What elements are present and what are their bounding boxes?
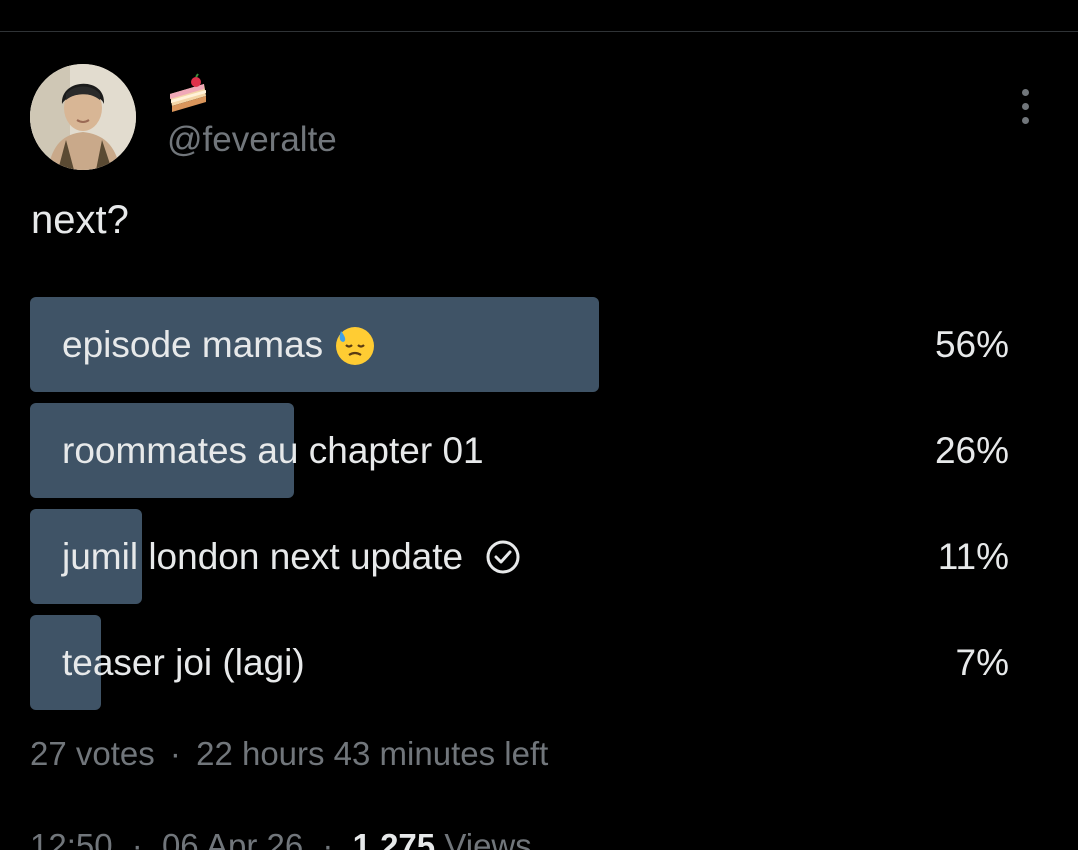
poll-time-left: 22 hours 43 minutes left <box>196 735 549 772</box>
poll-option[interactable]: jumil london next update 11% <box>30 509 1030 604</box>
poll: episode mamas 56% roommates au chapter 0… <box>30 297 1030 721</box>
more-dot-icon <box>1021 88 1029 96</box>
more-options-button[interactable] <box>1004 84 1046 128</box>
display-name-cake-emoji[interactable] <box>166 70 212 116</box>
separator-dot: · <box>131 827 143 850</box>
tweet-date[interactable]: 06 Apr 26 <box>162 827 303 850</box>
poll-option-label: episode mamas <box>62 323 324 365</box>
more-dot-icon <box>1021 102 1029 110</box>
poll-option-percent: 56% <box>934 323 1009 365</box>
poll-option-percent: 7% <box>955 641 1009 683</box>
views-count[interactable]: 1,275 <box>353 827 436 850</box>
tweet-time[interactable]: 12:50 <box>30 827 113 850</box>
poll-option[interactable]: teaser joi (lagi) 7% <box>30 615 1030 710</box>
poll-option-percent: 11% <box>937 535 1009 577</box>
poll-option-label: roommates au chapter 01 <box>62 429 484 471</box>
separator-dot: · <box>322 827 334 850</box>
poll-vote-count: 27 votes <box>30 735 155 772</box>
poll-meta: 27 votes · 22 hours 43 minutes left <box>30 734 548 774</box>
poll-option-label: teaser joi (lagi) <box>62 641 305 683</box>
avatar[interactable] <box>30 64 136 170</box>
poll-option[interactable]: roommates au chapter 01 26% <box>30 403 1030 498</box>
poll-option[interactable]: episode mamas 56% <box>30 297 1030 392</box>
tweet-detail-page: @feveralte next? episode mamas 56% roomm… <box>0 0 1078 850</box>
check-circle-icon <box>485 539 521 575</box>
poll-option-percent: 26% <box>934 429 1009 471</box>
tweet-text: next? <box>31 198 129 242</box>
poll-option-label: jumil london next update <box>62 535 464 577</box>
top-divider <box>0 31 1078 32</box>
downcast-sweat-face-emoji-icon <box>333 323 377 367</box>
separator-dot: · <box>169 735 181 772</box>
views-label: Views <box>444 827 532 850</box>
timestamp-row: 12:50 · 06 Apr 26 · 1,275 Views <box>30 826 532 850</box>
author-handle[interactable]: @feveralte <box>167 118 337 162</box>
more-dot-icon <box>1021 116 1029 124</box>
